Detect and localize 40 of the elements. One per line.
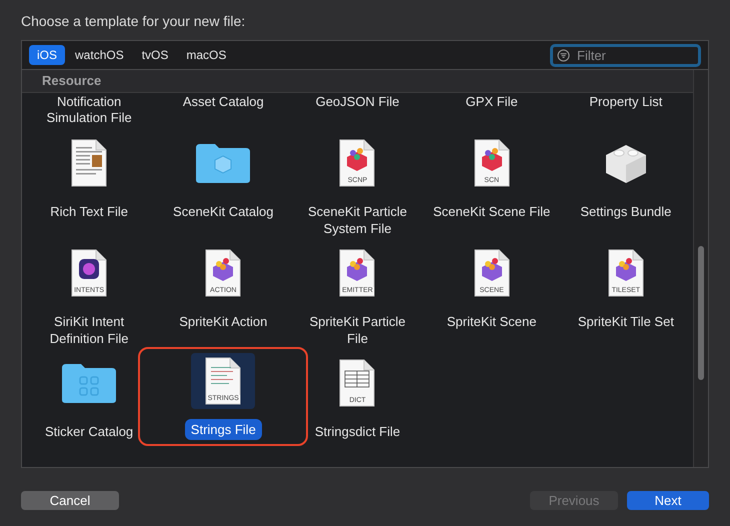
filter-field[interactable]: Filter: [550, 44, 701, 66]
template-item[interactable]: SceneKit Catalog: [160, 131, 286, 226]
template-label: SceneKit Particle System File: [306, 203, 408, 237]
template-label: Sticker Catalog: [44, 423, 134, 440]
platform-tab[interactable]: tvOS: [134, 45, 176, 65]
document-icon: [339, 139, 376, 187]
folder-icon: [195, 142, 252, 184]
template-label: SceneKit Scene File: [432, 203, 551, 220]
template-item[interactable]: Sticker Catalog: [26, 351, 152, 446]
document-icon: [474, 249, 510, 297]
scrollbar-thumb[interactable]: [698, 246, 704, 380]
template-label: Notification Simulation File: [45, 94, 133, 127]
template-label: SceneKit Catalog: [172, 203, 274, 220]
filter-icon: [557, 48, 570, 62]
document-icon: [474, 139, 510, 187]
document-icon: [339, 359, 376, 407]
dialog-button[interactable]: Next: [627, 491, 709, 510]
platform-tab[interactable]: watchOS: [67, 45, 132, 65]
template-label: SpriteKit Action: [178, 313, 268, 330]
platform-tab[interactable]: macOS: [178, 45, 234, 65]
folder-icon: [61, 362, 118, 404]
document-icon: [71, 139, 108, 187]
template-label: Property List: [588, 94, 664, 111]
template-label: SpriteKit Particle File: [308, 313, 407, 347]
section-title: Resource: [42, 72, 102, 90]
dialog-prompt: Choose a template for your new file:: [21, 12, 246, 31]
template-label: Rich Text File: [49, 203, 129, 220]
template-label: SpriteKit Scene: [446, 313, 538, 330]
template-label: GeoJSON File: [314, 94, 400, 111]
document-icon: [205, 249, 242, 297]
template-label: Asset Catalog: [182, 94, 265, 111]
template-label: SiriKit Intent Definition File: [48, 313, 130, 347]
platform-tab[interactable]: iOS: [29, 45, 66, 65]
template-label: GPX File: [464, 94, 519, 111]
template-label: Settings Bundle: [579, 203, 672, 220]
template-item[interactable]: Settings Bundle: [562, 131, 689, 226]
template-item[interactable]: Rich Text File: [26, 131, 152, 226]
template-label: Stringsdict File: [314, 423, 402, 440]
dialog-button[interactable]: Cancel: [21, 491, 119, 510]
template-label: SpriteKit Tile Set: [576, 313, 675, 330]
